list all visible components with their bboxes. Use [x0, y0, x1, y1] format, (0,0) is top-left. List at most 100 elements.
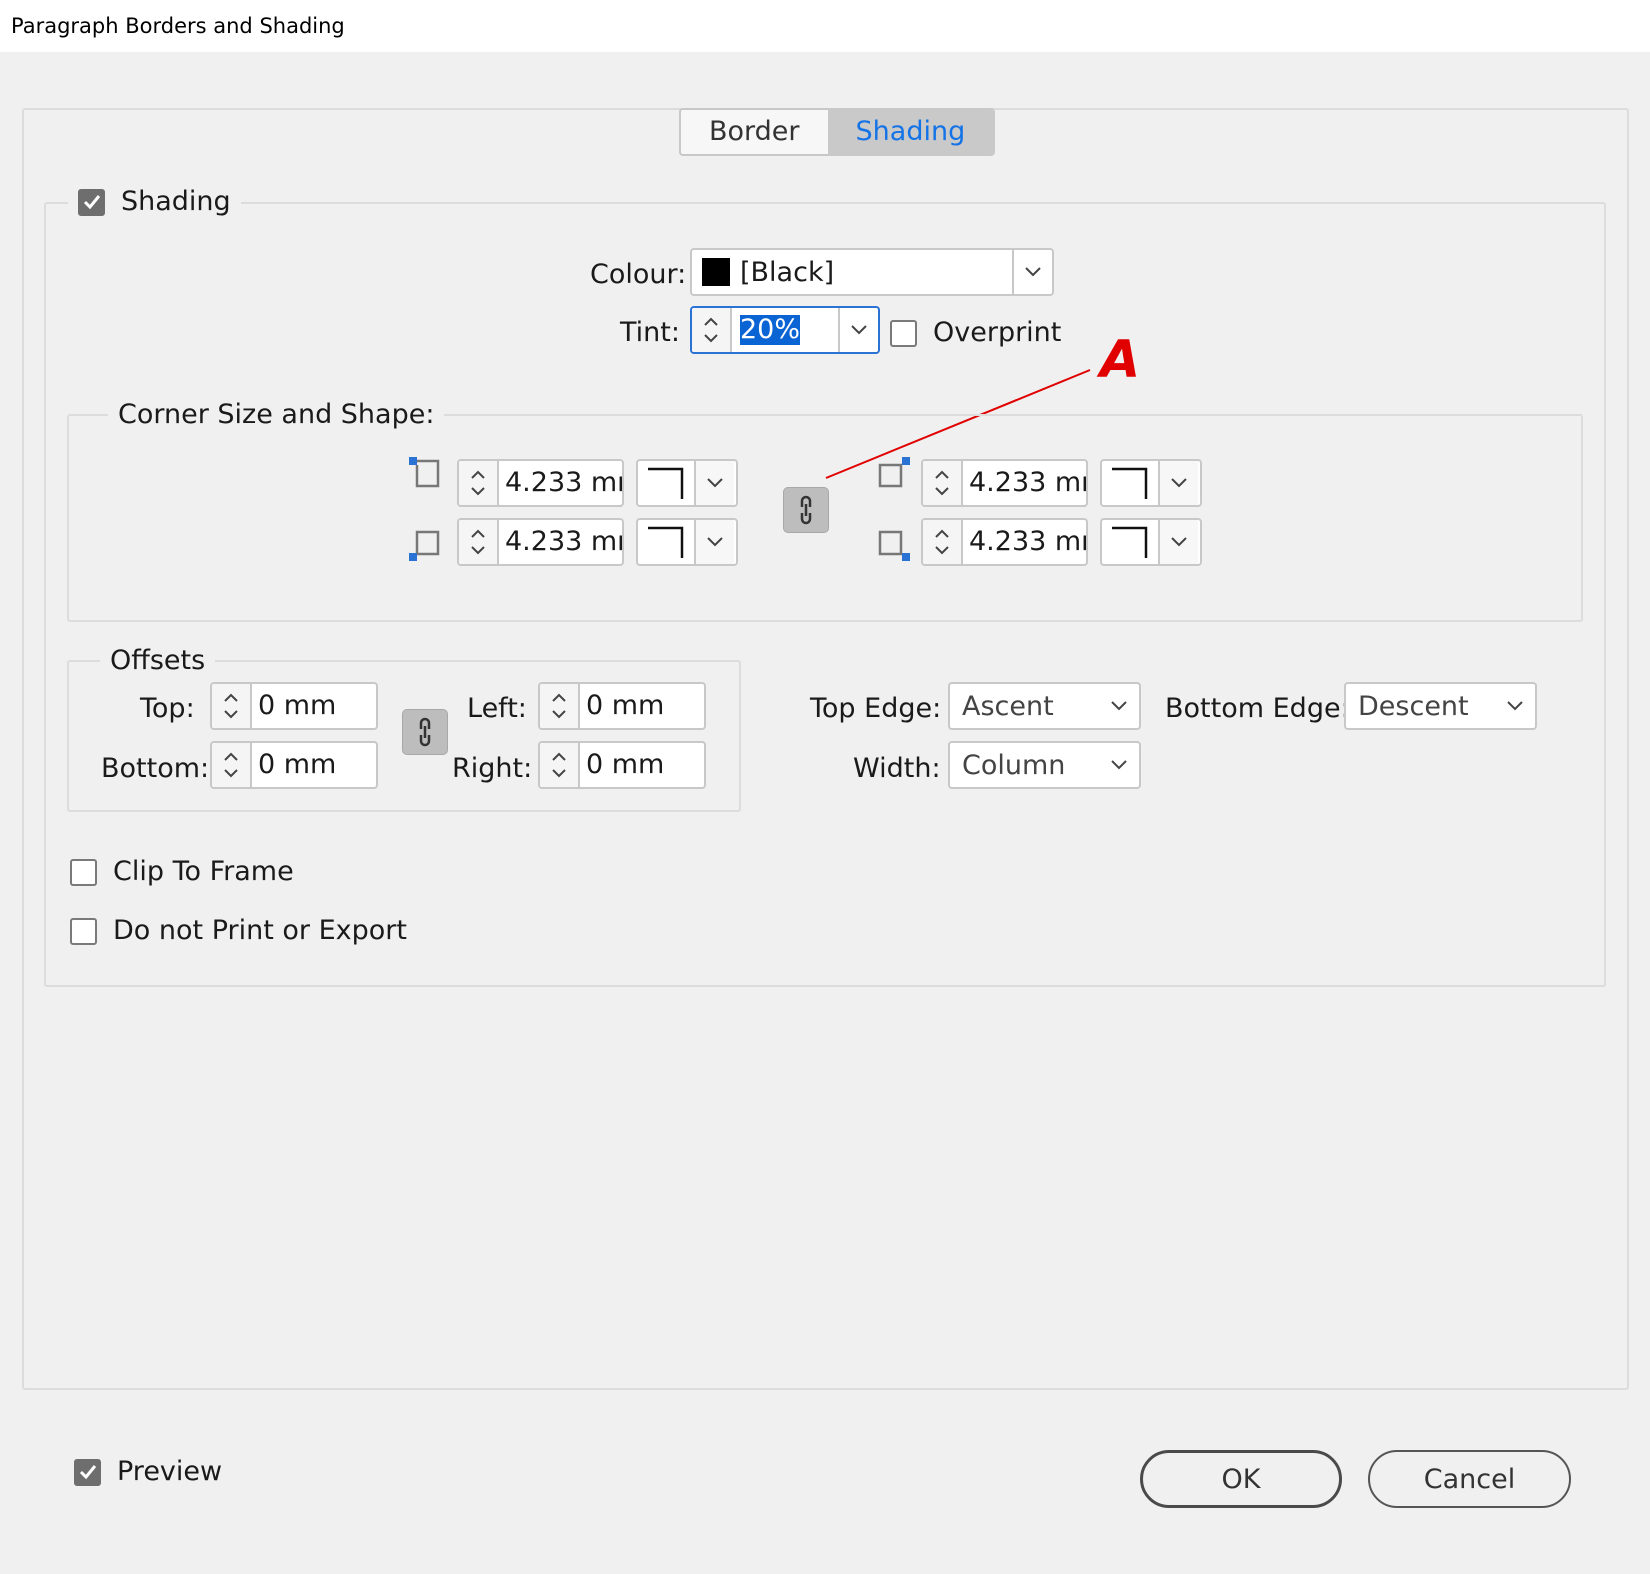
tint-input[interactable]: 20%	[740, 315, 801, 345]
check-icon	[79, 1465, 96, 1480]
bottom-left-corner-shape[interactable]	[636, 518, 738, 566]
window-title: Paragraph Borders and Shading	[0, 0, 1650, 52]
overprint-option[interactable]: Overprint	[890, 316, 1061, 350]
top-edge-label: Top Edge:	[810, 693, 942, 724]
top-left-corner-size[interactable]: 4.233 mm	[457, 459, 624, 507]
annotation-label: A	[1100, 330, 1141, 390]
top-edge-dropdown[interactable]: Ascent	[948, 682, 1141, 730]
stepper-arrows-icon	[552, 693, 566, 719]
do-not-print-option[interactable]: Do not Print or Export	[70, 914, 407, 948]
preview-option[interactable]: Preview	[74, 1455, 222, 1489]
stepper-arrows-icon	[704, 317, 718, 343]
width-label: Width:	[853, 753, 941, 784]
square-corner-icon	[648, 526, 684, 558]
chevron-down-icon	[1111, 701, 1127, 711]
stepper-arrows-icon	[224, 752, 238, 778]
ok-button[interactable]: OK	[1140, 1450, 1342, 1508]
stepper-arrows-icon	[471, 470, 485, 496]
offsets-link-button[interactable]	[402, 709, 448, 755]
offset-right-field[interactable]: 0 mm	[538, 741, 706, 789]
colour-label: Colour:	[590, 259, 687, 290]
colour-dropdown[interactable]: [Black]	[690, 248, 1054, 296]
bottom-left-corner-icon	[409, 530, 440, 561]
bottom-edge-label: Bottom Edge:	[1165, 693, 1350, 724]
top-left-corner-shape[interactable]	[636, 459, 738, 507]
top-right-corner-shape[interactable]	[1100, 459, 1202, 507]
chevron-down-icon	[1025, 267, 1041, 277]
stepper[interactable]	[923, 520, 963, 564]
stepper[interactable]	[212, 743, 252, 787]
bottom-edge-dropdown[interactable]: Descent	[1344, 682, 1537, 730]
clip-to-frame-option[interactable]: Clip To Frame	[70, 855, 294, 889]
corner-legend: Corner Size and Shape:	[108, 398, 445, 432]
tint-field[interactable]: 20%	[690, 306, 880, 354]
bottom-right-corner-icon	[878, 530, 910, 561]
bottom-left-corner-input[interactable]: 4.233 mm	[499, 520, 622, 564]
preview-label: Preview	[117, 1456, 223, 1487]
tint-label: Tint:	[620, 317, 680, 348]
do-not-print-checkbox[interactable]	[70, 917, 97, 945]
square-corner-icon	[648, 467, 684, 499]
chevron-down-icon	[707, 478, 723, 488]
chevron-down-icon	[1507, 701, 1523, 711]
overprint-label: Overprint	[933, 317, 1062, 348]
tab-bar: Border Shading	[679, 108, 996, 156]
chevron-down-icon	[851, 325, 867, 335]
offset-left-field[interactable]: 0 mm	[538, 682, 706, 730]
width-value: Column	[962, 749, 1066, 781]
top-edge-value: Ascent	[962, 690, 1054, 722]
top-right-corner-icon	[878, 457, 910, 488]
square-corner-icon	[1112, 467, 1148, 499]
colour-swatch	[702, 258, 730, 286]
overprint-checkbox[interactable]	[890, 319, 917, 347]
clip-to-frame-checkbox[interactable]	[70, 858, 97, 886]
offset-bottom-input[interactable]: 0 mm	[252, 743, 376, 787]
chevron-down-icon	[707, 537, 723, 547]
stepper-arrows-icon	[224, 693, 238, 719]
offset-right-label: Right:	[452, 753, 533, 784]
chain-link-icon	[800, 495, 812, 525]
tint-stepper[interactable]	[692, 308, 732, 352]
stepper[interactable]	[540, 684, 580, 728]
top-left-corner-input[interactable]: 4.233 mm	[499, 461, 622, 505]
preview-checkbox[interactable]	[74, 1458, 101, 1486]
stepper[interactable]	[540, 743, 580, 787]
stepper[interactable]	[212, 684, 252, 728]
colour-value: [Black]	[740, 256, 835, 288]
clip-to-frame-label: Clip To Frame	[113, 856, 294, 887]
square-corner-icon	[1112, 526, 1148, 558]
cancel-button[interactable]: Cancel	[1368, 1450, 1571, 1508]
chevron-down-icon	[1111, 760, 1127, 770]
shading-checkbox[interactable]	[78, 188, 105, 216]
chevron-down-icon	[1171, 537, 1187, 547]
stepper-arrows-icon	[935, 529, 949, 555]
width-dropdown[interactable]: Column	[948, 741, 1141, 789]
top-right-corner-size[interactable]: 4.233 mm	[921, 459, 1088, 507]
offset-left-label: Left:	[467, 693, 527, 724]
offset-top-field[interactable]: 0 mm	[210, 682, 378, 730]
stepper[interactable]	[459, 520, 499, 564]
chain-link-icon	[419, 717, 431, 747]
offset-bottom-field[interactable]: 0 mm	[210, 741, 378, 789]
stepper[interactable]	[459, 461, 499, 505]
shading-label: Shading	[121, 186, 231, 217]
stepper[interactable]	[923, 461, 963, 505]
tab-shading[interactable]: Shading	[827, 110, 994, 154]
top-left-corner-icon	[409, 457, 440, 488]
top-right-corner-input[interactable]: 4.233 mm	[963, 461, 1086, 505]
do-not-print-label: Do not Print or Export	[113, 915, 407, 946]
bottom-right-corner-shape[interactable]	[1100, 518, 1202, 566]
shading-legend: Shading	[68, 185, 241, 219]
stepper-arrows-icon	[471, 529, 485, 555]
offset-top-label: Top:	[140, 693, 195, 724]
offset-left-input[interactable]: 0 mm	[580, 684, 704, 728]
bottom-left-corner-size[interactable]: 4.233 mm	[457, 518, 624, 566]
offset-top-input[interactable]: 0 mm	[252, 684, 376, 728]
bottom-right-corner-size[interactable]: 4.233 mm	[921, 518, 1088, 566]
tab-border[interactable]: Border	[681, 110, 828, 154]
bottom-right-corner-input[interactable]: 4.233 mm	[963, 520, 1086, 564]
corner-link-button[interactable]	[783, 487, 829, 533]
offset-right-input[interactable]: 0 mm	[580, 743, 704, 787]
offset-bottom-label: Bottom:	[101, 753, 210, 784]
stepper-arrows-icon	[935, 470, 949, 496]
